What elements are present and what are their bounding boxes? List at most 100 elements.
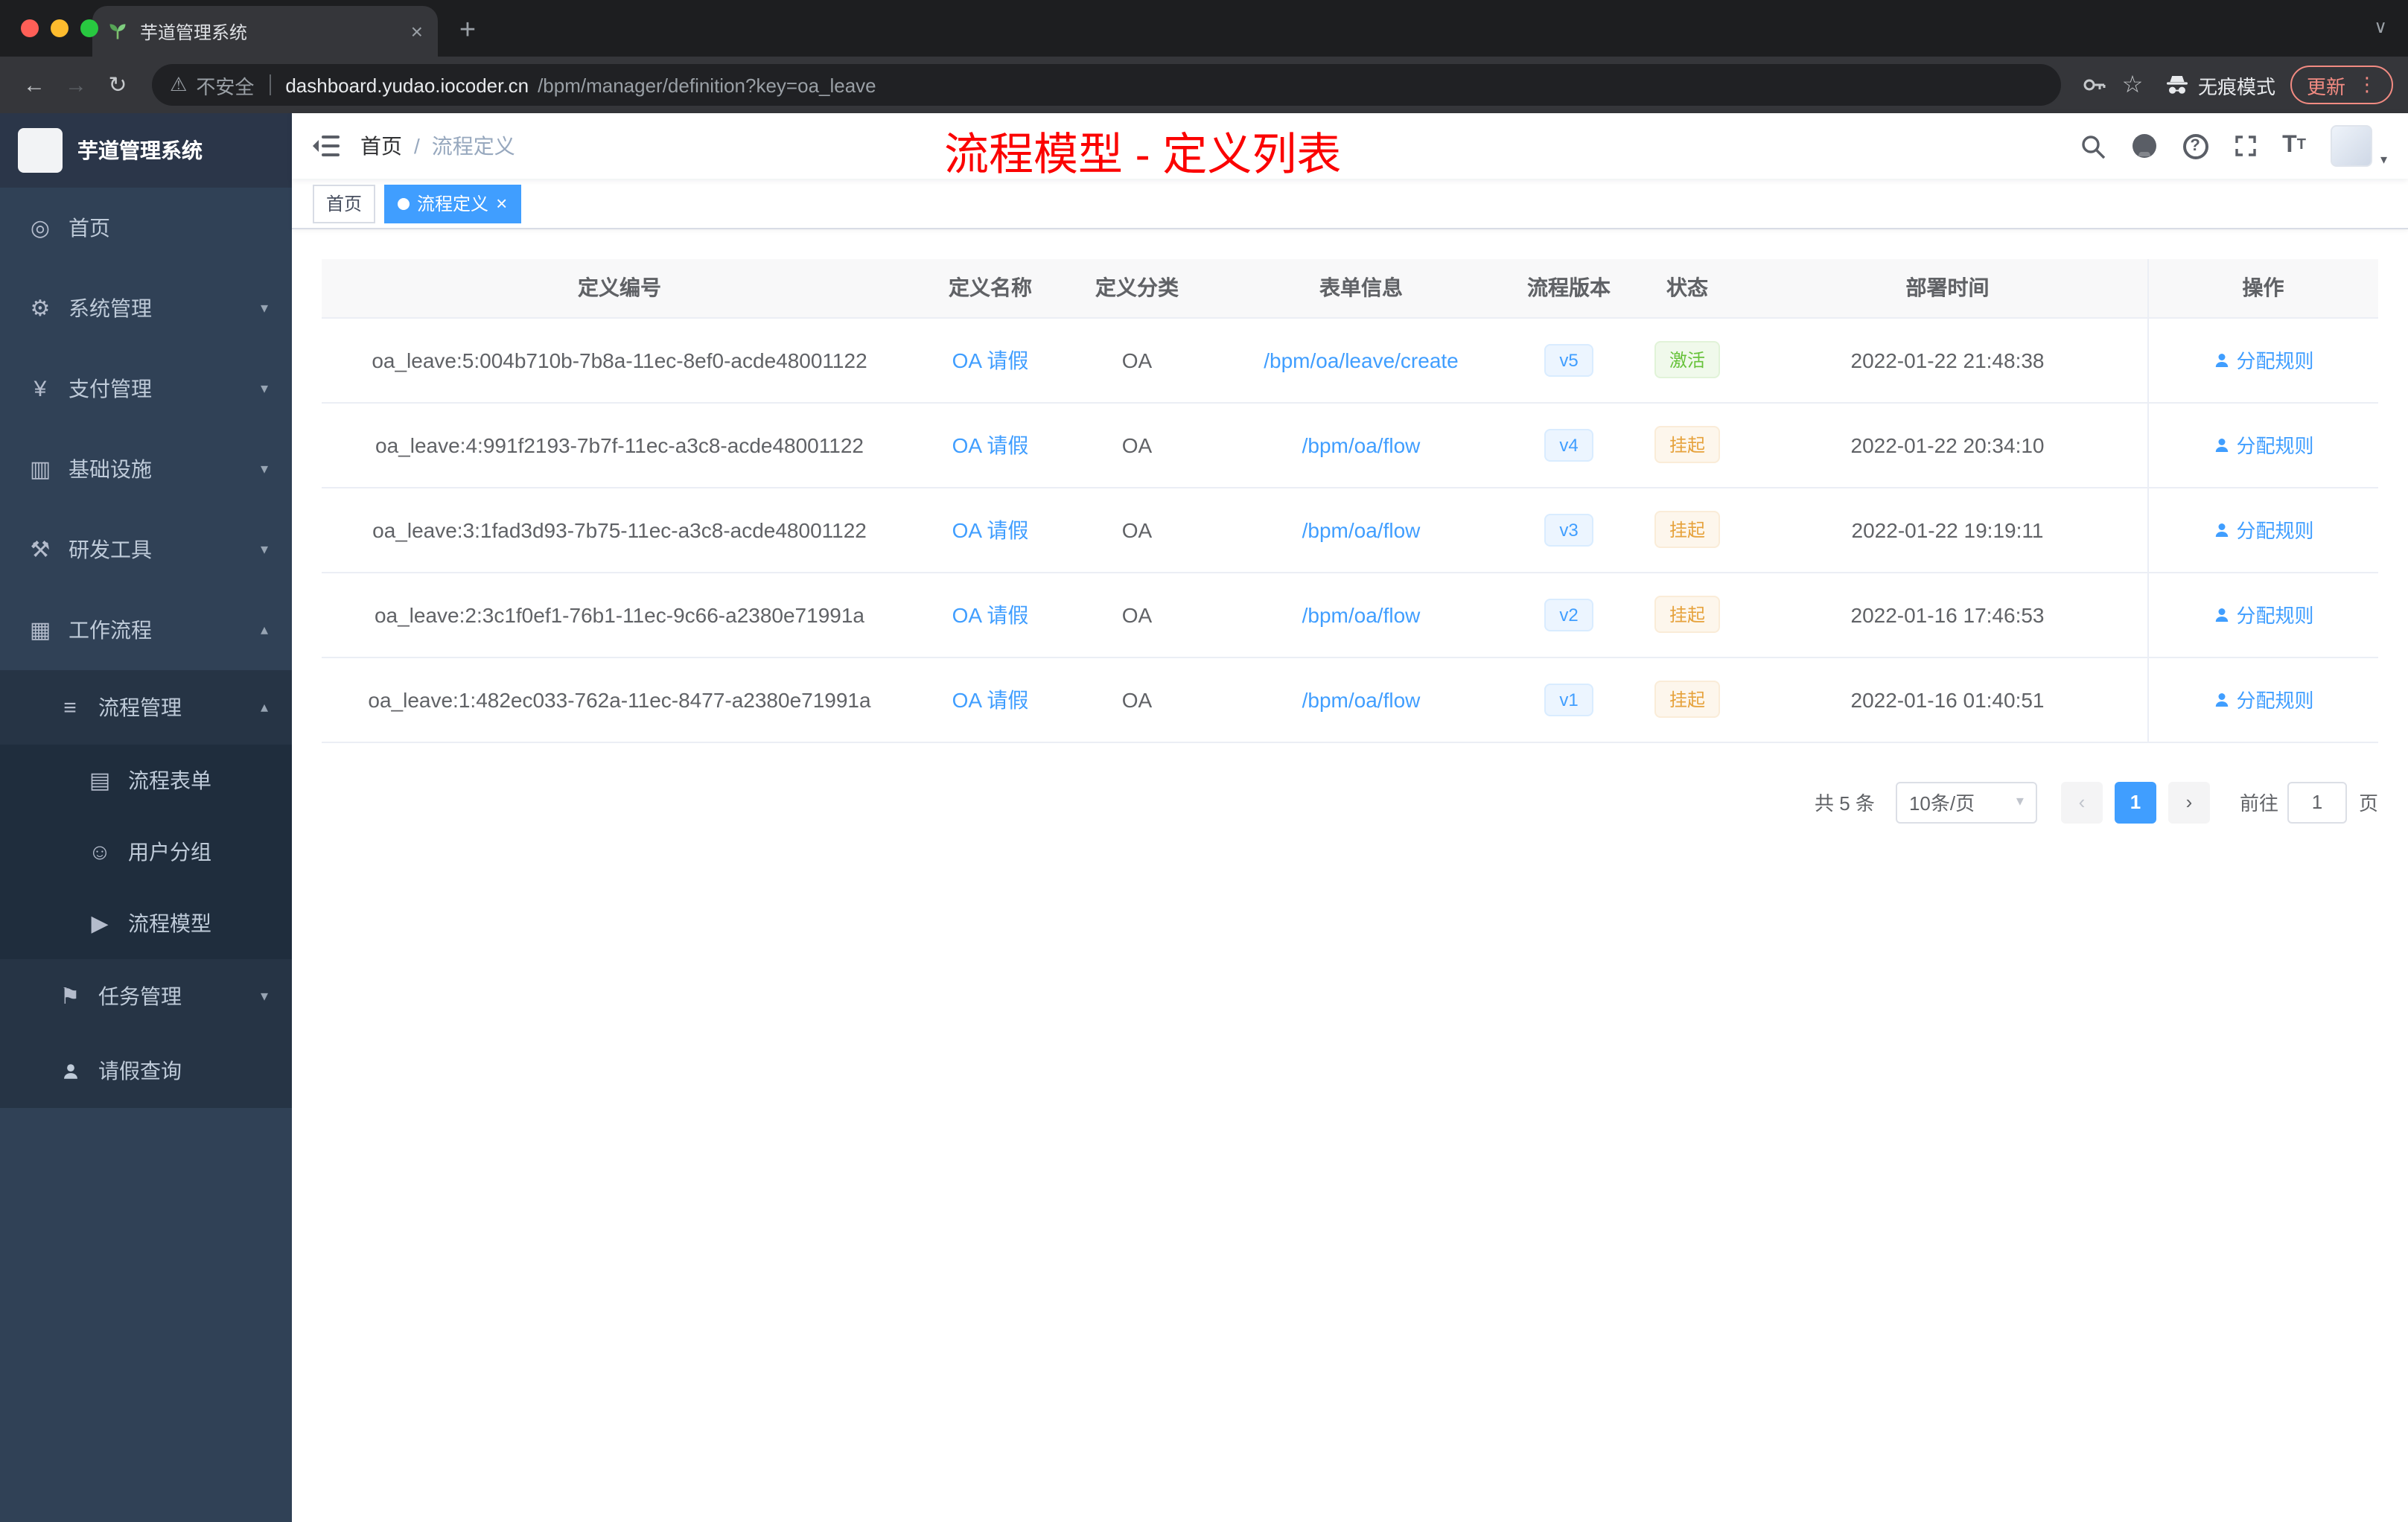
minimize-window-button[interactable] (51, 19, 69, 37)
prev-page-button[interactable]: ‹ (2060, 781, 2103, 823)
sidebar-item-leave-query[interactable]: 请假查询 (0, 1034, 292, 1108)
deploy-time: 2022-01-22 20:34:10 (1748, 402, 2147, 488)
sidebar-item-process-management[interactable]: ≡ 流程管理 ▴ (0, 670, 292, 745)
breadcrumb-current: 流程定义 (431, 134, 515, 158)
chevron-down-icon: ▾ (260, 300, 268, 316)
definition-name-link[interactable]: OA 请假 (952, 602, 1029, 626)
person-icon (2215, 438, 2228, 451)
definition-name-link[interactable]: OA 请假 (952, 518, 1029, 541)
flag-icon: ⚑ (60, 984, 80, 1010)
tab-close-icon[interactable]: × (411, 19, 423, 43)
browser-menu-icon[interactable]: ⋮ (2357, 73, 2377, 97)
assign-rule-link[interactable]: 分配规则 (2212, 600, 2314, 628)
form-link[interactable]: /bpm/oa/leave/create (1264, 348, 1459, 372)
column-header-category: 定义分类 (1063, 259, 1211, 318)
assign-rule-link[interactable]: 分配规则 (2212, 346, 2314, 374)
list-icon: ≡ (63, 695, 77, 720)
status-cell: 挂起 (1626, 572, 1748, 657)
page-size-select[interactable]: 10条/页 ▾ (1895, 781, 2037, 823)
tag-home[interactable]: 首页 (313, 184, 376, 223)
tab-favicon-icon (109, 24, 126, 39)
form-cell: /bpm/oa/leave/create (1211, 317, 1512, 403)
tag-close-icon[interactable]: × (496, 192, 507, 214)
next-page-button[interactable]: › (2167, 781, 2210, 823)
assign-rule-link[interactable]: 分配规则 (2212, 430, 2314, 459)
users-icon: ☺ (88, 839, 112, 865)
back-button[interactable]: ← (15, 66, 54, 104)
definition-name-link[interactable]: OA 请假 (952, 348, 1029, 372)
user-avatar[interactable] (2331, 125, 2373, 167)
definition-category: OA (1063, 657, 1211, 742)
help-icon[interactable]: ? (2182, 133, 2208, 159)
version-cell: v1 (1512, 657, 1626, 742)
version-badge: v4 (1544, 428, 1593, 461)
sidebar-item-payment[interactable]: ¥ 支付管理 ▾ (0, 348, 292, 429)
sidebar-item-process-model[interactable]: ▶ 流程模型 (0, 888, 292, 959)
page-1-button[interactable]: 1 (2114, 781, 2156, 823)
sidebar-item-devtools[interactable]: ⚒ 研发工具 ▾ (0, 509, 292, 590)
tag-process-definition[interactable]: 流程定义 × (384, 184, 521, 223)
sidebar-item-process-form[interactable]: ▤ 流程表单 (0, 745, 292, 816)
tab-search-chevron-icon[interactable]: ∨ (2374, 16, 2387, 37)
chrome-update-button[interactable]: 更新 ⋮ (2290, 66, 2393, 104)
fullscreen-icon[interactable] (2233, 134, 2257, 158)
yen-icon: ¥ (34, 376, 47, 401)
breadcrumb-home[interactable]: 首页 (360, 131, 402, 161)
status-badge: 挂起 (1654, 426, 1720, 463)
chevron-down-icon: ▾ (2016, 794, 2024, 810)
status-cell: 挂起 (1626, 487, 1748, 573)
browser-tab[interactable]: 芋道管理系统 × (92, 6, 438, 57)
sidebar-item-label: 流程管理 (98, 695, 182, 719)
sidebar-logo[interactable]: 芋道管理系统 (0, 113, 292, 188)
sidebar-item-home[interactable]: ◎ 首页 (0, 188, 292, 268)
assign-rule-link[interactable]: 分配规则 (2212, 515, 2314, 544)
sidebar-item-workflow[interactable]: ▦ 工作流程 ▴ (0, 590, 292, 670)
tab-title: 芋道管理系统 (140, 22, 248, 42)
sidebar-item-user-group[interactable]: ☺ 用户分组 (0, 816, 292, 888)
not-secure-label[interactable]: 不安全 (196, 71, 254, 99)
definition-name-cell: OA 请假 (917, 487, 1063, 573)
definition-id: oa_leave:2:3c1f0ef1-76b1-11ec-9c66-a2380… (322, 572, 917, 657)
page-unit-label: 页 (2358, 792, 2378, 815)
sidebar-item-label: 基础设施 (69, 457, 152, 481)
deploy-time: 2022-01-16 17:46:53 (1748, 572, 2147, 657)
zoom-window-button[interactable] (80, 19, 98, 37)
chevron-up-icon: ▴ (260, 622, 268, 638)
close-window-button[interactable] (21, 19, 39, 37)
navbar-actions: ? TT ▾ (2080, 124, 2387, 168)
goto-page-input[interactable] (2287, 781, 2347, 823)
search-icon[interactable] (2080, 133, 2105, 159)
deploy-time: 2022-01-22 21:48:38 (1748, 317, 2147, 403)
form-link[interactable]: /bpm/oa/flow (1302, 602, 1421, 626)
forward-button[interactable]: → (57, 66, 95, 104)
sidebar-item-task-management[interactable]: ⚑ 任务管理 ▾ (0, 959, 292, 1034)
bookmark-star-icon[interactable]: ☆ (2115, 67, 2150, 103)
sidebar-item-label: 流程模型 (128, 911, 211, 935)
github-icon[interactable] (2130, 133, 2157, 159)
font-size-icon[interactable]: TT (2282, 133, 2306, 158)
address-bar[interactable]: ⚠ 不安全 dashboard.yudao.iocoder.cn/bpm/man… (152, 64, 2061, 106)
person-icon (57, 1061, 83, 1080)
sidebar-item-system[interactable]: ⚙ 系统管理 ▾ (0, 268, 292, 348)
tag-label: 流程定义 (417, 194, 489, 214)
definition-name-link[interactable]: OA 请假 (952, 433, 1029, 456)
browser-toolbar: ← → ↻ ⚠ 不安全 dashboard.yudao.iocoder.cn/b… (0, 57, 2408, 113)
sidebar-item-infrastructure[interactable]: ▥ 基础设施 ▾ (0, 429, 292, 509)
app-title: 芋道管理系统 (77, 138, 203, 162)
form-link[interactable]: /bpm/oa/flow (1302, 433, 1421, 456)
new-tab-button[interactable]: + (447, 10, 488, 52)
column-header-name: 定义名称 (917, 259, 1063, 318)
avatar-caret-icon[interactable]: ▾ (2380, 151, 2387, 168)
chevron-down-icon: ▾ (260, 380, 268, 397)
password-key-icon[interactable] (2076, 67, 2112, 103)
form-cell: /bpm/oa/flow (1211, 572, 1512, 657)
form-link[interactable]: /bpm/oa/flow (1302, 687, 1421, 711)
version-cell: v4 (1512, 402, 1626, 488)
hamburger-icon[interactable] (313, 134, 340, 158)
form-link[interactable]: /bpm/oa/flow (1302, 518, 1421, 541)
chevron-up-icon: ▴ (260, 699, 268, 716)
reload-button[interactable]: ↻ (98, 66, 137, 104)
definition-name-link[interactable]: OA 请假 (952, 687, 1029, 711)
update-label: 更新 (2306, 75, 2345, 98)
assign-rule-link[interactable]: 分配规则 (2212, 685, 2314, 713)
